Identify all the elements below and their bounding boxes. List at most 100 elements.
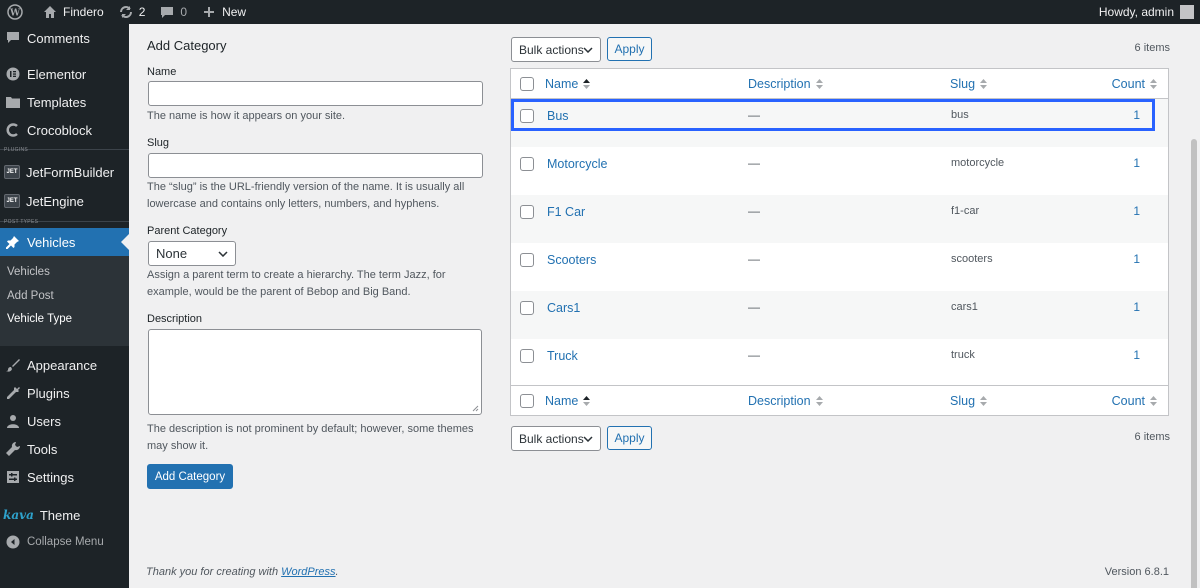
term-name-link[interactable]: Motorcycle — [547, 157, 607, 171]
apply-button-top[interactable]: Apply — [607, 37, 652, 61]
comments-link[interactable]: 0 — [152, 0, 194, 24]
column-footer-name[interactable]: Name — [545, 386, 591, 416]
footer-thanks-prefix: Thank you for creating with — [146, 566, 282, 578]
my-account-link[interactable]: Howdy, admin — [1092, 0, 1200, 24]
column-footer-count[interactable]: Count — [1112, 386, 1158, 416]
column-name-label: Name — [545, 77, 579, 91]
crocoblock-icon — [5, 122, 21, 138]
row-checkbox[interactable] — [520, 349, 534, 363]
parent-category-description: Assign a parent term to create a hierarc… — [147, 269, 446, 298]
term-count-link[interactable]: 1 — [1133, 204, 1140, 218]
term-description: — — [748, 156, 760, 170]
user-icon — [5, 413, 21, 429]
add-category-button[interactable]: Add Category — [147, 464, 233, 489]
column-description-label: Description — [748, 394, 811, 408]
name-description: The name is how it appears on your site. — [147, 110, 346, 122]
term-description: — — [748, 348, 760, 362]
sidebar-item-comments[interactable]: Comments — [0, 24, 129, 52]
sidebar-item-appearance[interactable]: Appearance — [0, 351, 129, 379]
items-count-bottom: 6 items — [1134, 431, 1170, 443]
scrollbar-thumb[interactable] — [1191, 139, 1197, 588]
chevron-down-icon — [583, 435, 593, 442]
comments-count: 0 — [180, 5, 188, 19]
admin-bar: W Findero 2 0 New Howdy, admin — [0, 0, 1200, 24]
bulk-actions-value: Bulk actions — [519, 42, 584, 57]
parent-category-select[interactable]: None — [148, 241, 236, 266]
sidebar-item-jetengine[interactable]: JET JetEngine — [0, 187, 129, 215]
description-textarea[interactable] — [148, 329, 482, 415]
term-count-link[interactable]: 1 — [1133, 156, 1140, 170]
term-description: — — [748, 300, 760, 314]
name-input[interactable] — [148, 81, 483, 106]
column-header-description[interactable]: Description — [748, 69, 824, 99]
howdy-text: Howdy, admin — [1098, 5, 1174, 19]
row-checkbox[interactable] — [520, 253, 534, 267]
jetformbuilder-icon: JET — [4, 165, 20, 179]
sidebar-item-tools[interactable]: Tools — [0, 435, 129, 463]
submenu-item-vehicles[interactable]: Vehicles — [7, 266, 50, 278]
column-footer-description[interactable]: Description — [748, 386, 824, 416]
updates-link[interactable]: 2 — [111, 0, 153, 24]
sidebar-item-theme[interactable]: kava Theme — [0, 501, 129, 529]
term-name-link[interactable]: Cars1 — [547, 301, 580, 315]
sidebar-item-label: Elementor — [27, 66, 87, 82]
term-count-link[interactable]: 1 — [1133, 300, 1140, 314]
parent-category-label: Parent Category — [147, 225, 228, 237]
folder-icon — [5, 94, 21, 110]
term-name-link[interactable]: Truck — [547, 349, 578, 363]
column-header-name[interactable]: Name — [545, 69, 591, 99]
sidebar-item-label: JetEngine — [26, 193, 84, 209]
select-all-checkbox[interactable] — [520, 77, 534, 91]
elementor-icon — [5, 66, 21, 82]
refresh-icon — [118, 4, 134, 20]
wordpress-link[interactable]: WordPress — [281, 566, 335, 578]
column-header-count[interactable]: Count — [1112, 69, 1158, 99]
sort-icon — [1150, 79, 1157, 89]
slug-input[interactable] — [148, 153, 483, 178]
sidebar-item-jetformbuilder[interactable]: JET JetFormBuilder — [0, 158, 129, 186]
bulk-actions-select-bottom[interactable]: Bulk actions — [511, 426, 601, 451]
column-footer-slug[interactable]: Slug — [950, 386, 988, 416]
column-header-slug[interactable]: Slug — [950, 69, 988, 99]
new-content-link[interactable]: New — [194, 0, 253, 24]
bulk-actions-value: Bulk actions — [519, 431, 584, 446]
wordpress-logo-button[interactable]: W — [0, 0, 35, 24]
term-count-link[interactable]: 1 — [1133, 348, 1140, 362]
post-types-separator: POST TYPES — [4, 219, 39, 225]
sort-ascending-icon — [583, 396, 591, 406]
footer-thanks-suffix: . — [335, 566, 339, 578]
sidebar-item-label: JetFormBuilder — [26, 164, 115, 180]
sidebar-item-settings[interactable]: Settings — [0, 463, 129, 491]
page-scrollbar[interactable] — [1186, 24, 1200, 588]
select-all-checkbox-footer[interactable] — [520, 394, 534, 408]
sidebar-item-crocoblock[interactable]: Crocoblock — [0, 116, 129, 144]
collapse-menu-button[interactable]: Collapse Menu — [0, 528, 129, 556]
submenu-item-vehicle-type[interactable]: Vehicle Type — [7, 313, 72, 325]
term-name-link[interactable]: F1 Car — [547, 205, 585, 219]
sidebar-item-templates[interactable]: Templates — [0, 88, 129, 116]
sort-icon — [980, 79, 988, 89]
row-checkbox[interactable] — [520, 157, 534, 171]
term-description: — — [748, 204, 760, 218]
column-name-label: Name — [545, 394, 579, 408]
term-count-link[interactable]: 1 — [1133, 252, 1140, 266]
pin-icon — [5, 234, 21, 250]
sidebar-item-elementor[interactable]: Elementor — [0, 60, 129, 88]
site-name-link[interactable]: Findero — [35, 0, 111, 24]
sidebar-item-vehicles[interactable]: Vehicles — [0, 228, 129, 256]
svg-text:W: W — [9, 9, 21, 19]
row-checkbox[interactable] — [520, 205, 534, 219]
parent-category-value: None — [156, 246, 188, 261]
bulk-actions-select-top[interactable]: Bulk actions — [511, 37, 601, 62]
sidebar-item-plugins[interactable]: Plugins — [0, 379, 129, 407]
sidebar-item-label: Collapse Menu — [27, 536, 104, 548]
plugins-separator: PLUGINS — [4, 147, 29, 153]
resize-grip-icon[interactable] — [472, 405, 479, 412]
name-label: Name — [147, 66, 177, 78]
submenu-item-add-post[interactable]: Add Post — [7, 290, 54, 302]
term-name-link[interactable]: Scooters — [547, 253, 596, 267]
row-checkbox[interactable] — [520, 301, 534, 315]
sidebar-item-users[interactable]: Users — [0, 407, 129, 435]
apply-button-bottom[interactable]: Apply — [607, 426, 652, 450]
sort-icon — [1150, 396, 1157, 406]
